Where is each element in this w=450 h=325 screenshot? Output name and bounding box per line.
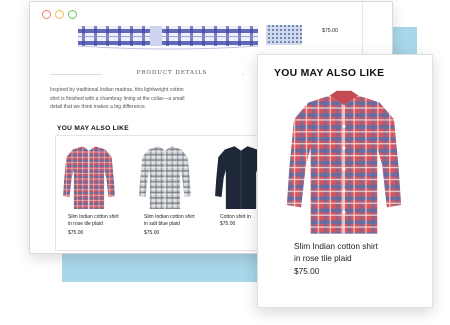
product-name-line: Slim Indian cotton shirt [68,214,119,220]
blue-plaid-shirt-image[interactable] [138,141,192,211]
rose-plaid-shirt-image[interactable] [62,141,116,211]
folded-shirt-image [78,26,258,53]
thumbnail-price: $75.00 [322,28,338,34]
product-price: $75.00 [144,230,160,236]
description-line: shirt is finished with a chambray lining… [50,95,185,102]
product-name[interactable]: Slim Indian cotton shirt in rose tile pl… [68,214,128,229]
column-divider [362,2,363,62]
minimize-window-button[interactable] [55,10,64,19]
card-product-name-line: Slim Indian cotton shirt [294,241,378,251]
product-details-heading: PRODUCT DETAILS [102,70,242,76]
card-heading: YOU MAY ALSO LIKE [274,68,385,79]
small-shirt-thumbnail[interactable] [264,25,306,47]
card-product-price: $75.00 [294,266,320,276]
close-window-button[interactable] [42,10,51,19]
product-name-line: in salt blue plaid [144,221,180,228]
card-product-name-line: in rose tile plaid [294,253,352,264]
product-name-line: in rose tile plaid [68,221,103,228]
related-heading: YOU MAY ALSO LIKE [57,125,129,132]
window-titlebar [30,2,264,25]
product-description: Inspired by traditional Indian madras, t… [50,86,250,112]
maximize-window-button[interactable] [68,10,77,19]
featured-product-card[interactable]: YOU MAY ALSO LIKE Slim Indian cotton shi… [257,54,433,308]
description-line: detail that we think makes a big differe… [50,104,147,111]
description-line: Inspired by traditional Indian madras, t… [50,87,184,93]
related-products-list: Slim Indian cotton shirt in rose tile pl… [55,135,269,251]
product-name[interactable]: Slim Indian cotton shirt in salt blue pl… [144,214,204,229]
featured-shirt-image[interactable] [280,86,408,236]
product-name-line: Slim Indian cotton shirt [144,214,195,220]
product-price: $75.00 [68,230,84,236]
card-product-name[interactable]: Slim Indian cotton shirt in rose tile pl… [294,240,426,264]
